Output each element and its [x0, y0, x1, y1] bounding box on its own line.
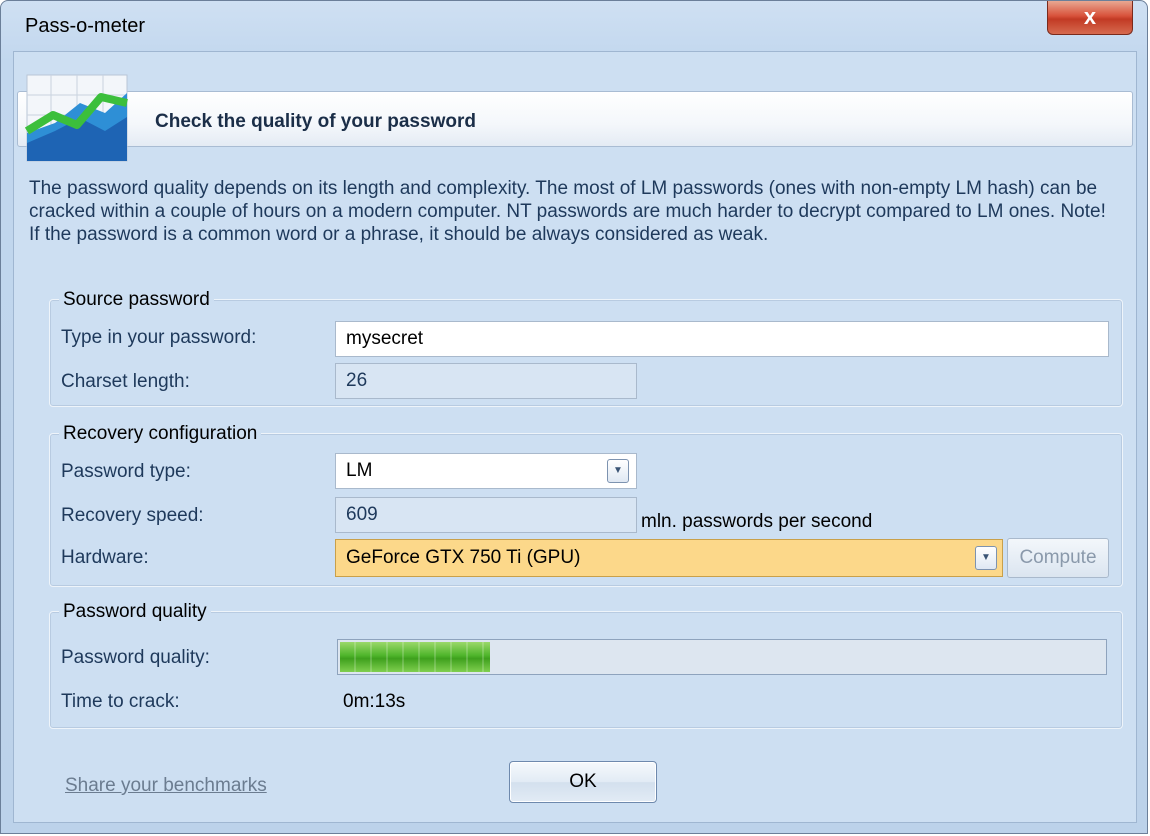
hardware-select[interactable]: GeForce GTX 750 Ti (GPU)	[335, 539, 1003, 577]
password-label: Type in your password:	[61, 327, 257, 348]
password-type-dropdown-button[interactable]: ▼	[607, 459, 629, 483]
recovery-configuration-title: Recovery configuration	[59, 423, 262, 445]
chevron-down-icon: ▼	[613, 465, 623, 476]
ok-button[interactable]: OK	[509, 761, 657, 803]
password-type-value: LM	[346, 460, 373, 481]
window-title: Pass-o-meter	[25, 15, 146, 37]
recovery-speed-field: 609	[335, 497, 637, 533]
charset-length-label: Charset length:	[61, 371, 190, 392]
password-quality-title: Password quality	[59, 601, 211, 623]
time-to-crack-value: 0m:13s	[343, 691, 406, 712]
source-password-title: Source password	[59, 289, 214, 311]
password-input[interactable]: mysecret	[335, 321, 1109, 357]
recovery-speed-unit: mln. passwords per second	[641, 511, 873, 532]
password-quality-label: Password quality:	[61, 647, 210, 668]
charset-length-field: 26	[335, 363, 637, 399]
title-bar: Pass-o-meter x	[1, 1, 1147, 51]
time-to-crack-label: Time to crack:	[61, 691, 180, 712]
header-title: Check the quality of your password	[155, 111, 476, 132]
close-button[interactable]: x	[1047, 1, 1133, 35]
chevron-down-icon: ▼	[981, 552, 991, 563]
hardware-dropdown-button[interactable]: ▼	[975, 546, 997, 570]
recovery-speed-label: Recovery speed:	[61, 505, 204, 526]
pass-o-meter-window: Pass-o-meter x Check the quality of your…	[0, 0, 1148, 834]
description-text: The password quality depends on its leng…	[29, 178, 1106, 245]
password-type-label: Password type:	[61, 461, 191, 482]
password-quality-bar-fill	[340, 642, 490, 672]
close-icon: x	[1083, 4, 1097, 29]
chart-icon	[25, 74, 128, 162]
hardware-value: GeForce GTX 750 Ti (GPU)	[346, 547, 581, 568]
share-benchmarks-link[interactable]: Share your benchmarks	[65, 775, 267, 797]
password-type-select[interactable]: LM	[335, 453, 637, 489]
hardware-label: Hardware:	[61, 547, 149, 568]
compute-button[interactable]: Compute	[1007, 538, 1109, 578]
password-quality-bar	[337, 639, 1107, 675]
